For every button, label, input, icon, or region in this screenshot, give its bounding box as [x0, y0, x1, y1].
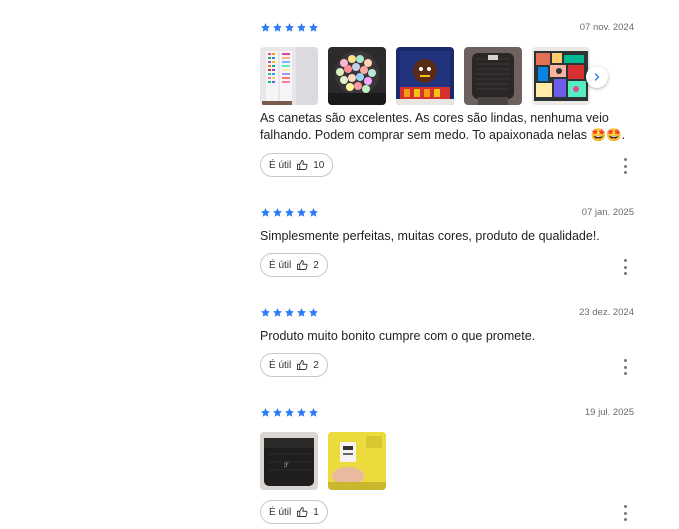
star-icon: [296, 207, 307, 218]
star-icon: [284, 307, 295, 318]
useful-label: É útil: [269, 359, 292, 371]
star-rating: [260, 22, 319, 34]
review-photos: ℱ: [260, 432, 386, 490]
useful-label: É útil: [269, 159, 292, 171]
useful-count: 2: [313, 259, 319, 271]
star-icon: [296, 22, 307, 33]
useful-count: 2: [313, 359, 319, 371]
star-icon: [308, 22, 319, 33]
review-date: 23 dez. 2024: [579, 307, 634, 318]
star-icon: [296, 407, 307, 418]
review-photos: [260, 47, 590, 105]
star-icon: [272, 307, 283, 318]
review-photo[interactable]: [328, 432, 386, 490]
star-rating: [260, 207, 319, 219]
thumbs-up-icon: [297, 260, 308, 270]
review-photo[interactable]: [260, 47, 318, 105]
thumbs-up-icon: [297, 507, 308, 517]
review-photo[interactable]: [396, 47, 454, 105]
more-options-icon[interactable]: [622, 359, 628, 375]
star-icon: [272, 207, 283, 218]
review-photo[interactable]: [532, 47, 590, 105]
star-icon: [308, 407, 319, 418]
more-options-icon[interactable]: [622, 259, 628, 275]
useful-button[interactable]: É útil 2: [260, 353, 328, 377]
review-date: 07 nov. 2024: [579, 22, 634, 33]
useful-label: É útil: [269, 506, 292, 518]
star-icon: [296, 307, 307, 318]
star-icon: [284, 22, 295, 33]
star-rating: [260, 307, 319, 319]
review-text: Produto muito bonito cumpre com o que pr…: [260, 329, 536, 343]
review-card: 07 nov. 2024 As canetas são excelentes. …: [260, 22, 634, 182]
star-icon: [260, 307, 271, 318]
svg-text:ℱ: ℱ: [284, 462, 289, 469]
useful-label: É útil: [269, 259, 292, 271]
useful-button[interactable]: É útil 10: [260, 153, 334, 177]
star-icon: [260, 22, 271, 33]
review-date: 07 jan. 2025: [581, 207, 634, 218]
star-icon: [284, 407, 295, 418]
review-card: 19 jul. 2025 ℱ É útil 1: [260, 407, 634, 527]
star-icon: [260, 207, 271, 218]
star-icon: [272, 22, 283, 33]
review-card: 23 dez. 2024 Produto muito bonito cumpre…: [260, 307, 634, 387]
review-card: 07 jan. 2025 Simplesmente perfeitas, mui…: [260, 207, 634, 287]
useful-count: 1: [313, 506, 319, 518]
review-date: 19 jul. 2025: [584, 407, 634, 418]
review-text: As canetas são excelentes. As cores são …: [260, 111, 626, 142]
useful-button[interactable]: É útil 2: [260, 253, 328, 277]
useful-count: 10: [313, 159, 325, 171]
thumbs-up-icon: [297, 160, 308, 170]
star-rating: [260, 407, 319, 419]
star-icon: [272, 407, 283, 418]
star-icon: [260, 407, 271, 418]
review-photo[interactable]: ℱ: [260, 432, 318, 490]
more-options-icon[interactable]: [622, 505, 628, 521]
star-icon: [284, 207, 295, 218]
review-text: Simplesmente perfeitas, muitas cores, pr…: [260, 229, 600, 243]
review-photo[interactable]: [464, 47, 522, 105]
more-options-icon[interactable]: [622, 158, 628, 174]
star-icon: [308, 307, 319, 318]
chevron-right-icon: [594, 73, 600, 81]
review-photo[interactable]: [328, 47, 386, 105]
thumbs-up-icon: [297, 360, 308, 370]
star-icon: [308, 207, 319, 218]
carousel-next-button[interactable]: [586, 66, 608, 88]
useful-button[interactable]: É útil 1: [260, 500, 328, 524]
